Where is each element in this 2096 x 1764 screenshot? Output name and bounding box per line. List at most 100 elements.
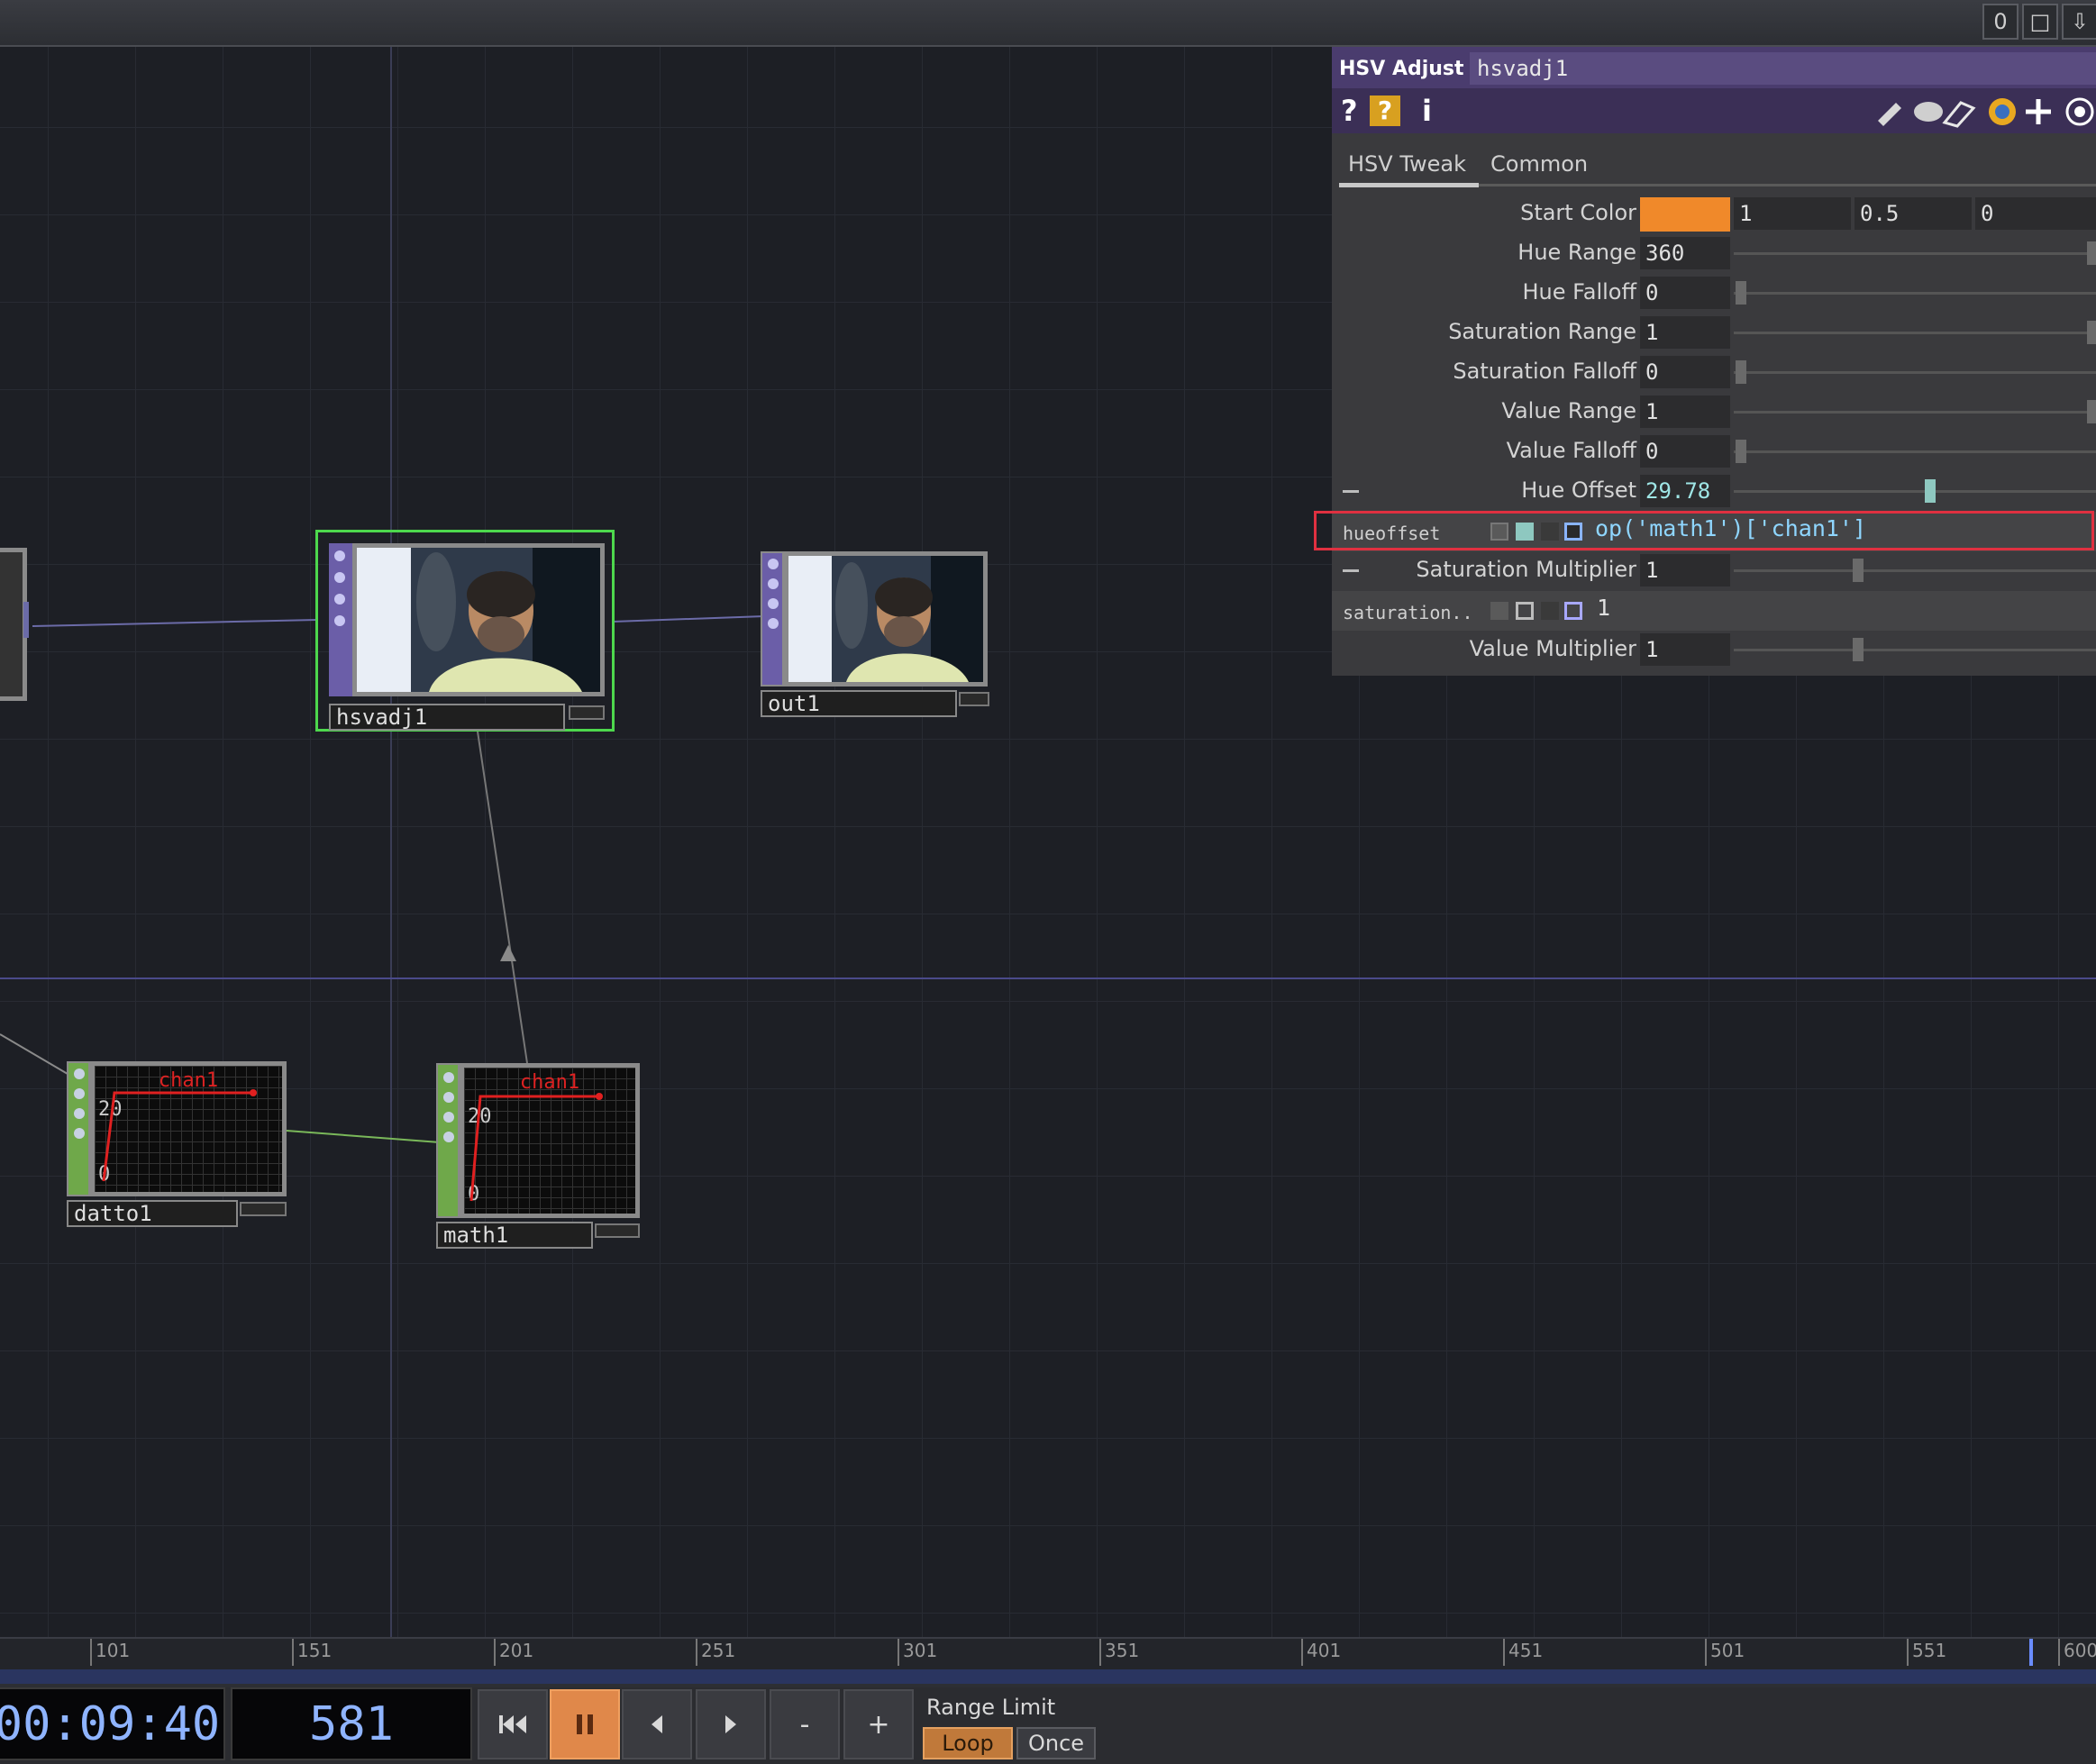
once-button[interactable]: Once xyxy=(1016,1727,1096,1759)
node-strip xyxy=(761,551,784,687)
node-hsvadj1[interactable]: hsvadj1 xyxy=(315,530,615,732)
node-label[interactable]: out1 xyxy=(761,690,957,717)
param-slider[interactable] xyxy=(1734,332,2096,334)
param-field[interactable]: 1 xyxy=(1640,316,1730,349)
maximize-button[interactable]: □ xyxy=(2022,4,2058,40)
expression-value[interactable]: 1 xyxy=(1597,595,1610,621)
node-flags[interactable] xyxy=(595,1223,640,1238)
highlight-box xyxy=(1314,511,2094,550)
param-field[interactable]: 1 xyxy=(1640,633,1730,666)
expression-mode-icon[interactable] xyxy=(1516,602,1534,620)
slider-handle[interactable] xyxy=(1736,360,1746,384)
tab-hsv-tweak[interactable]: HSV Tweak xyxy=(1348,151,1466,177)
param-label: Hue Range xyxy=(1517,240,1636,265)
operator-name-field[interactable]: hsvadj1 xyxy=(1470,52,2096,85)
constant-mode-icon[interactable] xyxy=(1490,602,1508,620)
param-field[interactable]: 1 xyxy=(1640,554,1730,586)
param-field[interactable]: 0 xyxy=(1640,277,1730,309)
wire-in-hsvadj1 xyxy=(32,619,318,627)
pause-icon xyxy=(577,1714,593,1734)
param-slider[interactable] xyxy=(1734,292,2096,295)
timeline-ruler[interactable]: 101 151 201 251 301 351 401 451 501 551 … xyxy=(0,1637,2096,1671)
step-back-button[interactable] xyxy=(622,1689,692,1759)
param-slider[interactable] xyxy=(1734,490,2096,493)
node-math1[interactable]: chan1 20 0 math1 xyxy=(436,1063,643,1252)
bind-mode-icon[interactable] xyxy=(1564,602,1582,620)
timecode-display[interactable]: 00:09:40 xyxy=(0,1687,225,1760)
ruler-tick: 251 xyxy=(696,1639,735,1666)
ruler-tick: 301 xyxy=(898,1639,937,1666)
slider-handle[interactable] xyxy=(1853,638,1864,661)
comment-icon xyxy=(1914,102,1943,122)
ruler-tick: 351 xyxy=(1099,1639,1139,1666)
offscreen-node[interactable] xyxy=(0,548,34,748)
param-slider[interactable] xyxy=(1734,649,2096,651)
increase-button[interactable]: + xyxy=(843,1689,914,1759)
node-label[interactable]: hsvadj1 xyxy=(329,704,565,731)
param-field[interactable]: 29.78 xyxy=(1640,475,1730,507)
param-field[interactable]: 360 xyxy=(1640,237,1730,269)
slider-handle[interactable] xyxy=(1736,281,1746,305)
param-value-range: Value Range 1 xyxy=(1332,393,2096,432)
collapse-icon[interactable] xyxy=(1343,490,1359,493)
parameter-tabs: HSV Tweak Common xyxy=(1332,133,2096,186)
param-saturation-range: Saturation Range 1 xyxy=(1332,314,2096,353)
slider-handle[interactable] xyxy=(1853,559,1864,582)
node-datto1[interactable]: chan1 20 0 datto1 xyxy=(67,1061,290,1231)
pause-button[interactable] xyxy=(550,1689,620,1759)
tab-common[interactable]: Common xyxy=(1490,151,1588,177)
node-flags[interactable] xyxy=(240,1202,287,1216)
decrease-button[interactable]: - xyxy=(770,1689,840,1759)
step-forward-icon xyxy=(725,1715,736,1733)
node-label[interactable]: datto1 xyxy=(67,1200,238,1227)
zero-button[interactable]: 0 xyxy=(1982,4,2019,40)
help-icon[interactable]: ? xyxy=(1341,94,1358,128)
node-flags[interactable] xyxy=(959,692,989,706)
node-viewer xyxy=(352,543,605,696)
param-field[interactable]: 1 xyxy=(1640,396,1730,428)
export-mode-icon[interactable] xyxy=(1541,602,1559,620)
python-help-icon[interactable]: ? xyxy=(1370,95,1400,126)
slider-handle[interactable] xyxy=(2087,241,2096,265)
param-slider[interactable] xyxy=(1734,252,2096,255)
slider-handle[interactable] xyxy=(2087,321,2096,344)
wire-datto1-math1 xyxy=(286,1130,441,1143)
slider-handle[interactable] xyxy=(1925,479,1936,503)
frame-display[interactable]: 581 xyxy=(231,1687,472,1760)
node-viewer xyxy=(784,551,988,687)
info-icon[interactable]: i xyxy=(1422,94,1432,128)
color-g-field[interactable]: 0.5 xyxy=(1855,197,1972,230)
param-slider[interactable] xyxy=(1734,569,2096,572)
panel-tool-icons[interactable] xyxy=(1873,95,2096,128)
node-out1[interactable]: out1 xyxy=(761,551,991,721)
param-label: Saturation Multiplier xyxy=(1416,557,1636,582)
color-r-field[interactable]: 1 xyxy=(1734,197,1851,230)
node-strip xyxy=(67,1061,90,1196)
param-field[interactable]: 0 xyxy=(1640,435,1730,468)
rewind-to-start-button[interactable] xyxy=(478,1689,548,1759)
color-b-field[interactable]: 0 xyxy=(1975,197,2096,230)
playhead[interactable] xyxy=(2029,1639,2033,1666)
channel-curve xyxy=(102,1089,257,1182)
node-flags[interactable] xyxy=(569,705,605,720)
timeline-bar[interactable] xyxy=(0,1669,2096,1684)
color-swatch[interactable] xyxy=(1640,197,1730,232)
param-slider[interactable] xyxy=(1734,411,2096,414)
dock-button[interactable]: ⇩ xyxy=(2062,4,2096,40)
operator-type: HSV Adjust xyxy=(1339,58,1464,80)
node-label[interactable]: math1 xyxy=(436,1222,593,1249)
wire-hsvadj1-out1 xyxy=(612,615,765,623)
param-slider[interactable] xyxy=(1734,371,2096,374)
step-forward-button[interactable] xyxy=(696,1689,766,1759)
slider-handle[interactable] xyxy=(1736,440,1746,463)
param-hue-range: Hue Range 360 xyxy=(1332,234,2096,274)
top-bar: 0 □ ⇩ xyxy=(0,0,2096,47)
param-start-color: Start Color 1 0.5 0 xyxy=(1332,195,2096,234)
slider-handle[interactable] xyxy=(2087,400,2096,423)
param-field[interactable]: 0 xyxy=(1640,356,1730,388)
panel-toolbar: ? ? i xyxy=(1332,88,2096,133)
collapse-icon[interactable] xyxy=(1343,569,1359,572)
loop-button[interactable]: Loop xyxy=(923,1727,1013,1759)
param-slider[interactable] xyxy=(1734,450,2096,453)
step-back-icon xyxy=(652,1715,662,1733)
